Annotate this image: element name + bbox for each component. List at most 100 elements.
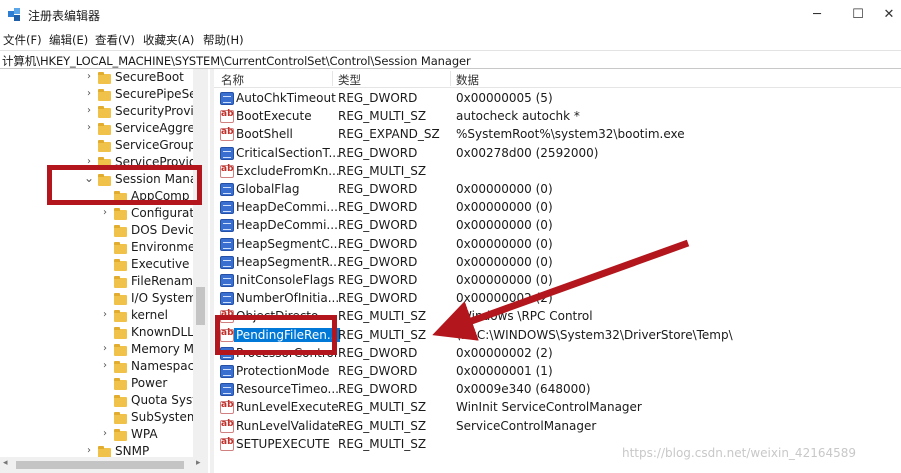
scrollbar-thumb[interactable] [16, 461, 184, 469]
tree-item[interactable]: KnownDLLs [0, 325, 200, 342]
menu-help[interactable]: 帮助(H) [203, 32, 244, 48]
tree-item[interactable]: I/O System [0, 291, 197, 308]
chevron-right-icon[interactable]: › [84, 105, 94, 116]
tree-item[interactable]: › kernel [0, 308, 193, 325]
table-row[interactable]: InitConsoleFlags REG_DWORD 0x00000000 (0) [214, 272, 901, 290]
scrollbar-thumb[interactable] [196, 287, 205, 325]
table-row[interactable]: ResourceTimeo... REG_DWORD 0x0009e340 (648… [214, 381, 901, 399]
value-name: RunLevelExecute [236, 400, 339, 415]
scroll-left-icon[interactable]: ◂ [3, 458, 8, 468]
folder-icon [114, 429, 127, 441]
address-path[interactable]: 计算机\HKEY_LOCAL_MACHINE\SYSTEM\CurrentCon… [2, 53, 471, 69]
chevron-right-icon[interactable]: › [84, 122, 94, 133]
tree-item[interactable]: › SecureBoot [0, 70, 193, 87]
value-type: REG_MULTI_SZ [338, 436, 427, 451]
table-row[interactable]: HeapDeCommi... REG_DWORD 0x00000000 (0) [214, 217, 901, 235]
binary-value-icon [220, 274, 234, 287]
table-row[interactable]: GlobalFlag REG_DWORD 0x00000000 (0) [214, 181, 901, 199]
column-header-data[interactable]: 数据 [456, 72, 479, 88]
minimize-button[interactable]: ─ [806, 4, 828, 26]
tree-item[interactable]: › Configurat [0, 206, 194, 223]
table-row[interactable]: HeapSegmentR... REG_DWORD 0x00000000 (0) [214, 254, 901, 272]
value-data: 0x00000002 (2) [456, 345, 553, 360]
tree-item[interactable]: › Memory M [0, 342, 194, 359]
value-data: \Windows \RPC Control [456, 309, 593, 324]
chevron-right-icon[interactable]: › [84, 88, 94, 99]
tree-item[interactable]: Quota Syst [0, 393, 197, 410]
menu-view[interactable]: 查看(V) [95, 32, 135, 48]
tree-item-label: Environme [131, 240, 196, 254]
menu-favorites[interactable]: 收藏夹(A) [143, 32, 194, 48]
tree-item[interactable]: › Namespac [0, 359, 195, 376]
value-type: REG_DWORD [338, 254, 418, 269]
chevron-right-icon[interactable]: › [100, 309, 110, 320]
table-row[interactable]: HeapDeCommi... REG_DWORD 0x00000000 (0) [214, 199, 901, 217]
binary-value-icon [220, 183, 234, 196]
binary-value-icon [220, 255, 234, 269]
binary-value-icon [220, 237, 234, 251]
table-row[interactable]: RunLevelValidateREG_MULTI_SZ ServiceContr… [214, 418, 901, 436]
string-value-icon [220, 437, 234, 451]
maximize-button[interactable]: ☐ [847, 4, 869, 26]
table-row[interactable]: BootShell REG_EXPAND_SZ %SystemRoot%\syste… [214, 126, 901, 144]
tree-item[interactable]: ServiceGroupO [0, 138, 205, 155]
tree-item-label: Memory M [131, 342, 194, 356]
scroll-right-icon[interactable]: ▸ [196, 458, 201, 468]
tree-item[interactable]: FileRename [0, 274, 200, 291]
tree-item[interactable]: › ServiceAggreg [0, 121, 202, 138]
menu-file[interactable]: 文件(F) [3, 32, 42, 48]
table-row[interactable]: AutoChkTimeout REG_DWORD 0x00000005 (5) [214, 90, 901, 108]
tree-item[interactable]: › WPA [0, 427, 193, 444]
tree-item[interactable]: › SecurePipeSer [0, 87, 202, 104]
column-header-name[interactable]: 名称 [221, 72, 244, 88]
binary-value-icon [220, 365, 234, 378]
table-row[interactable]: ProtectionMode REG_DWORD 0x00000001 (1) [214, 363, 901, 381]
value-data: 0x00000005 (5) [456, 91, 553, 105]
tree-vertical-scrollbar[interactable] [193, 69, 208, 457]
folder-icon [114, 412, 127, 424]
table-row[interactable]: BootExecute REG_MULTI_SZ autocheck autochk… [214, 108, 901, 126]
chevron-right-icon[interactable]: › [84, 445, 94, 456]
tree-item[interactable]: Environme [0, 240, 196, 257]
binary-value-icon [220, 92, 234, 105]
table-row[interactable]: RunLevelExecuteREG_MULTI_SZ WinInit Servi… [214, 399, 901, 417]
table-row[interactable]: NumberOfInitia... REG_DWORD 0x00000002 (2) [214, 290, 901, 308]
binary-value-icon [220, 146, 234, 160]
column-divider[interactable] [450, 71, 451, 86]
table-row[interactable]: HeapSegmentC... REG_DWORD 0x00000000 (0) [214, 236, 901, 254]
list-header: 名称 类型 数据 [214, 69, 901, 88]
value-data: %SystemRoot%\system32\bootim.exe [456, 127, 685, 142]
folder-icon [114, 276, 127, 288]
tree-item[interactable]: › SecurityProvid [0, 104, 201, 121]
chevron-right-icon[interactable]: › [100, 360, 110, 371]
chevron-right-icon[interactable]: › [100, 343, 110, 354]
value-name: AutoChkTimeout [236, 91, 336, 105]
key-tree: › SecureBoot › SecurePipeSer › SecurityP… [0, 69, 208, 459]
tree-item[interactable]: Power [0, 376, 193, 393]
value-type: REG_DWORD [338, 382, 418, 397]
chevron-right-icon[interactable]: › [100, 428, 110, 439]
value-name: SETUPEXECUTE [236, 436, 331, 451]
binary-value-icon [220, 219, 234, 233]
table-row[interactable]: CriticalSectionT... REG_DWORD 0x00278d00 (… [214, 145, 901, 163]
tree-item[interactable]: Executive [0, 257, 193, 274]
binary-value-icon [220, 292, 234, 306]
value-name: ProtectionMode [236, 364, 330, 378]
menu-edit[interactable]: 编辑(E) [49, 32, 88, 48]
tree-item[interactable]: SubSystem [0, 410, 199, 427]
chevron-right-icon[interactable]: › [84, 71, 94, 82]
tree-item[interactable]: DOS Device [0, 223, 202, 240]
menu-bar: 文件(F) 编辑(E) 查看(V) 收藏夹(A) 帮助(H) [0, 30, 901, 50]
value-type: REG_DWORD [338, 91, 418, 105]
chevron-right-icon[interactable]: › [100, 207, 110, 218]
tree-item-label: Namespac [131, 359, 195, 373]
column-divider[interactable] [332, 71, 333, 86]
value-type: REG_DWORD [338, 182, 418, 196]
tree-item-label: FileRename [131, 274, 201, 288]
value-data: WinInit ServiceControlManager [456, 400, 642, 415]
table-row[interactable]: ExcludeFromKn...REG_MULTI_SZ [214, 163, 901, 181]
address-bar[interactable]: 计算机\HKEY_LOCAL_MACHINE\SYSTEM\CurrentCon… [0, 50, 901, 69]
tree-horizontal-scrollbar[interactable]: ◂ ▸ [0, 457, 208, 473]
close-button[interactable]: ✕ [878, 4, 900, 26]
column-header-type[interactable]: 类型 [338, 72, 361, 88]
